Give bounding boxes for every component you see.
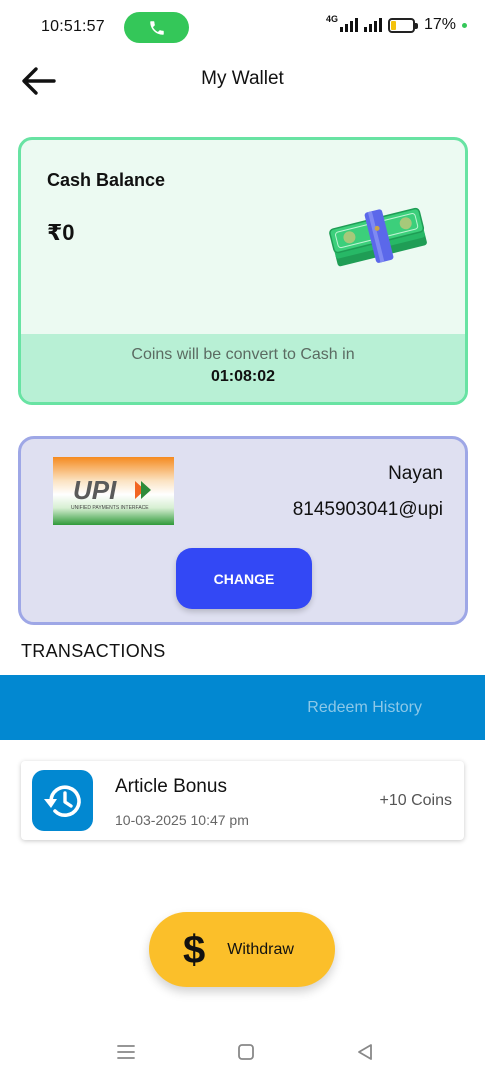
status-time: 10:51:57 xyxy=(41,18,105,35)
upi-account-card: UPI UNIFIED PAYMENTS INTERFACE Nayan 814… xyxy=(18,436,468,625)
network-type: 4G xyxy=(325,14,338,24)
convert-timer: 01:08:02 xyxy=(210,368,276,385)
home-square-icon[interactable] xyxy=(234,1040,258,1064)
withdraw-button[interactable]: $ Withdraw xyxy=(149,912,335,987)
app-header: My Wallet xyxy=(0,56,485,106)
battery-icon xyxy=(387,17,418,33)
signal-icon xyxy=(339,18,358,32)
signal-icon-2 xyxy=(363,18,382,32)
upi-logo-subtext: UNIFIED PAYMENTS INTERFACE xyxy=(71,505,149,511)
upi-id: 8145903041@upi xyxy=(292,499,443,520)
system-nav-bar xyxy=(0,1030,485,1070)
status-bar: 10:51:57 4G 17% xyxy=(0,0,485,56)
transaction-amount: +10 Coins xyxy=(379,792,453,809)
ongoing-call-pill[interactable] xyxy=(124,12,189,43)
upi-logo-text: UPI xyxy=(73,475,117,505)
cash-balance-amount: ₹0 xyxy=(47,220,75,245)
withdraw-label: Withdraw xyxy=(227,940,294,958)
back-triangle-icon[interactable] xyxy=(353,1040,377,1064)
cash-balance-card: Cash Balance ₹0 Coins will be convert to… xyxy=(18,137,468,405)
battery-percent: 17% xyxy=(423,16,456,33)
transaction-item[interactable]: Article Bonus 10-03-2025 10:47 pm +10 Co… xyxy=(21,761,464,840)
cash-balance-title: Cash Balance xyxy=(47,170,166,190)
dollar-icon: $ xyxy=(183,927,206,972)
upi-logo: UPI UNIFIED PAYMENTS INTERFACE xyxy=(53,457,174,525)
history-icon xyxy=(32,770,93,831)
transaction-title: Article Bonus xyxy=(115,776,227,797)
menu-icon[interactable] xyxy=(114,1040,138,1064)
convert-text: Coins will be convert to Cash in xyxy=(131,346,355,363)
transactions-tab-bar: Redeem History xyxy=(0,675,485,740)
privacy-dot xyxy=(462,22,467,28)
convert-timer-band: Coins will be convert to Cash in 01:08:0… xyxy=(21,334,465,402)
phone-icon xyxy=(149,20,164,35)
money-stack-icon xyxy=(329,207,427,267)
upi-account-name: Nayan xyxy=(388,463,443,484)
page-title: My Wallet xyxy=(201,68,284,89)
status-indicators: 4G 17% xyxy=(325,14,467,34)
change-upi-button[interactable]: CHANGE xyxy=(176,548,312,609)
tab-redeem-history[interactable]: Redeem History xyxy=(307,699,422,717)
transactions-heading: TRANSACTIONS xyxy=(21,641,166,661)
transaction-date: 10-03-2025 10:47 pm xyxy=(115,812,249,828)
